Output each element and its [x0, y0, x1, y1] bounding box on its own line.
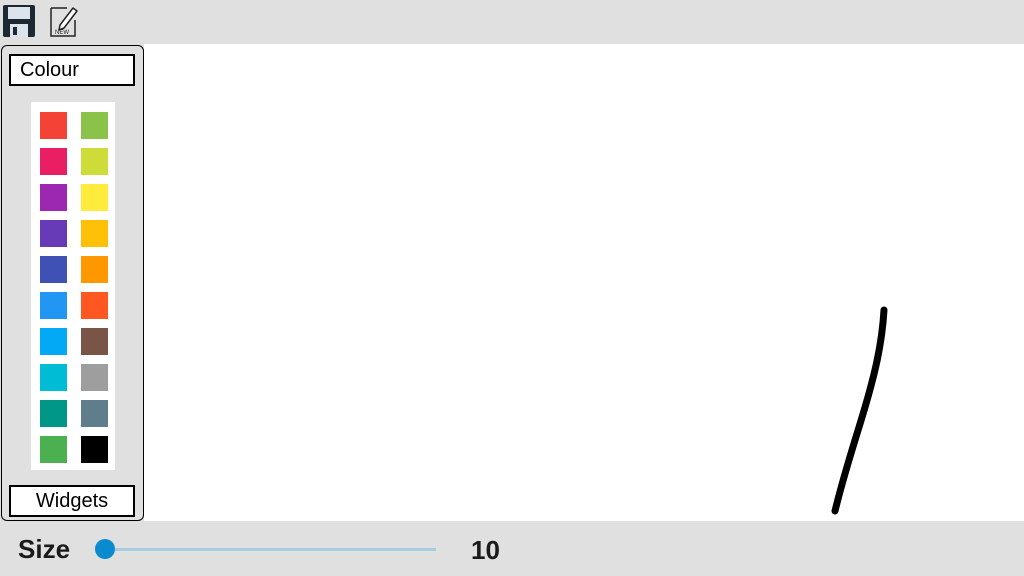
colour-swatch[interactable] — [81, 148, 108, 175]
side-panel: Colour Widgets — [1, 45, 144, 521]
new-button[interactable]: NEW — [44, 2, 82, 40]
size-slider[interactable] — [95, 538, 440, 560]
colour-swatch[interactable] — [40, 364, 67, 391]
colour-button[interactable]: Colour — [9, 54, 135, 86]
new-badge: NEW — [55, 30, 69, 36]
colour-swatch[interactable] — [81, 328, 108, 355]
new-document-icon: NEW — [50, 7, 78, 37]
colour-swatch[interactable] — [40, 184, 67, 211]
colour-swatch[interactable] — [81, 364, 108, 391]
colour-swatch[interactable] — [40, 328, 67, 355]
drawing-canvas[interactable] — [144, 44, 1024, 521]
colour-swatch[interactable] — [40, 292, 67, 319]
colour-swatch[interactable] — [81, 436, 108, 463]
colour-swatch[interactable] — [81, 184, 108, 211]
toolbar: NEW — [0, 0, 1024, 44]
colour-swatch[interactable] — [40, 436, 67, 463]
colour-swatch[interactable] — [81, 256, 108, 283]
widgets-button[interactable]: Widgets — [9, 485, 135, 517]
save-button[interactable] — [0, 2, 38, 40]
floppy-disk-icon — [3, 5, 35, 37]
colour-swatch[interactable] — [40, 220, 67, 247]
colour-swatch[interactable] — [81, 400, 108, 427]
slider-thumb[interactable] — [95, 539, 115, 559]
size-value: 10 — [471, 535, 500, 565]
bottom-bar: Size 10 — [0, 521, 1024, 576]
colour-swatch[interactable] — [40, 400, 67, 427]
brush-stroke — [831, 306, 888, 515]
colour-swatch[interactable] — [40, 256, 67, 283]
slider-track — [103, 548, 436, 551]
colour-swatch[interactable] — [81, 112, 108, 139]
colour-swatch[interactable] — [40, 148, 67, 175]
colour-swatch[interactable] — [40, 112, 67, 139]
colour-swatch[interactable] — [81, 292, 108, 319]
colour-swatch[interactable] — [81, 220, 108, 247]
colour-palette — [31, 102, 115, 470]
size-label: Size — [18, 534, 71, 564]
